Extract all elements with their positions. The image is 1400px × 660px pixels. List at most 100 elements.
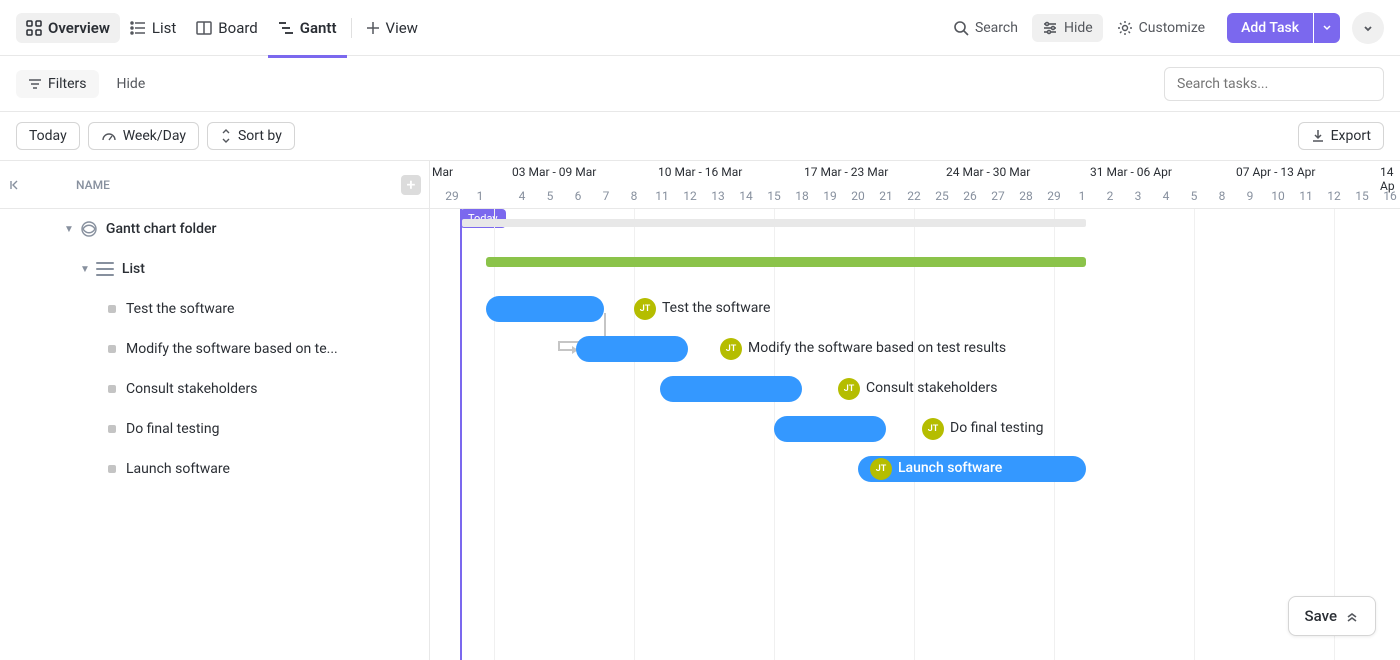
task-bar[interactable] <box>774 416 886 442</box>
sort-icon <box>220 129 232 143</box>
task-bar-label: Consult stakeholders <box>866 380 997 396</box>
day-cell: 20 <box>844 189 872 203</box>
name-header: NAME <box>76 178 110 192</box>
tab-gantt[interactable]: Gantt <box>268 13 347 43</box>
tab-list[interactable]: List <box>120 13 186 43</box>
chevron-down-icon <box>1322 22 1332 32</box>
day-row: 2914567811121314151819202122252627282912… <box>430 185 1400 209</box>
tab-board[interactable]: Board <box>186 13 267 43</box>
day-cell: 19 <box>816 189 844 203</box>
filter-icon <box>28 77 42 91</box>
day-cell: 28 <box>1012 189 1040 203</box>
add-column-button[interactable]: + <box>401 175 421 195</box>
assignee-avatar[interactable]: JT <box>634 298 656 320</box>
tab-overview[interactable]: Overview <box>16 13 120 43</box>
tab-label: Board <box>218 19 257 37</box>
assignee-avatar[interactable]: JT <box>838 378 860 400</box>
day-cell: 8 <box>1208 189 1236 203</box>
label: Filters <box>48 76 87 92</box>
plus-icon <box>366 21 380 35</box>
assignee-avatar[interactable]: JT <box>720 338 742 360</box>
list-label: List <box>122 261 145 277</box>
board-icon <box>196 20 212 36</box>
day-cell: 21 <box>872 189 900 203</box>
task-label: Do final testing <box>126 421 219 437</box>
task-bar[interactable] <box>576 336 688 362</box>
day-cell: 6 <box>564 189 592 203</box>
search-input[interactable] <box>1164 67 1384 101</box>
filters-button[interactable]: Filters <box>16 70 99 98</box>
week-cell: 31 Mar - 06 Apr <box>1090 165 1172 179</box>
add-task-dropdown[interactable] <box>1314 13 1340 43</box>
chevron-double-up-icon <box>1345 609 1359 623</box>
sidebar-header: NAME + <box>0 161 429 209</box>
gantt-body[interactable]: Today JTTest the softwareJTModify the so… <box>430 209 1400 660</box>
tab-add-view[interactable]: View <box>356 13 428 43</box>
day-cell: 11 <box>1292 189 1320 203</box>
label: Search <box>975 20 1018 36</box>
day-cell: 12 <box>1320 189 1348 203</box>
sidebar: NAME + ▼ Gantt chart folder ▼ List Test … <box>0 160 430 660</box>
controls-bar: Today Week/Day Sort by Export <box>0 112 1400 160</box>
gantt-header: Mar 03 Mar - 09 Mar10 Mar - 16 Mar17 Mar… <box>430 161 1400 209</box>
day-cell: 18 <box>788 189 816 203</box>
task-bar[interactable] <box>660 376 802 402</box>
save-button[interactable]: Save <box>1288 596 1376 636</box>
customize-button[interactable]: Customize <box>1107 14 1215 42</box>
day-cell: 29 <box>438 189 466 203</box>
tab-label: Gantt <box>300 19 337 37</box>
week-day-button[interactable]: Week/Day <box>88 122 199 150</box>
chevron-down-icon <box>1362 22 1374 34</box>
task-bar-label: Modify the software based on test result… <box>748 340 1006 356</box>
hide-link[interactable]: Hide <box>107 70 156 98</box>
search-button[interactable]: Search <box>943 14 1028 42</box>
topbar: Overview List Board Gantt View Search Hi… <box>0 0 1400 56</box>
label: Save <box>1305 607 1337 625</box>
task-bar-label: Do final testing <box>950 420 1043 436</box>
day-cell: 8 <box>620 189 648 203</box>
day-cell: 10 <box>1264 189 1292 203</box>
day-cell: 29 <box>1040 189 1068 203</box>
tree-list[interactable]: ▼ List <box>0 249 429 289</box>
export-button[interactable]: Export <box>1298 122 1384 150</box>
task-label: Consult stakeholders <box>126 381 257 397</box>
today-button[interactable]: Today <box>16 122 80 150</box>
assignee-avatar[interactable]: JT <box>870 458 892 480</box>
tree-task[interactable]: Do final testing <box>0 409 429 449</box>
week-row: Mar 03 Mar - 09 Mar10 Mar - 16 Mar17 Mar… <box>430 161 1400 185</box>
tree-task[interactable]: Launch software <box>0 449 429 489</box>
week-cell: 10 Mar - 16 Mar <box>658 165 742 179</box>
tree-task[interactable]: Modify the software based on te... <box>0 329 429 369</box>
tree-folder[interactable]: ▼ Gantt chart folder <box>0 209 429 249</box>
day-cell: 27 <box>984 189 1012 203</box>
group-bar[interactable] <box>486 257 1086 267</box>
tab-label: View <box>386 19 418 37</box>
assignee-avatar[interactable]: JT <box>922 418 944 440</box>
gantt-icon <box>278 20 294 36</box>
today-marker <box>460 209 462 660</box>
task-label: Launch software <box>126 461 230 477</box>
gantt-area: Mar 03 Mar - 09 Mar10 Mar - 16 Mar17 Mar… <box>430 160 1400 660</box>
topbar-right: Search Hide Customize Add Task <box>943 12 1384 44</box>
hide-button[interactable]: Hide <box>1032 14 1103 42</box>
day-cell: 5 <box>1180 189 1208 203</box>
folder-label: Gantt chart folder <box>106 221 217 237</box>
week-cell: 17 Mar - 23 Mar <box>804 165 888 179</box>
label: Customize <box>1139 20 1205 36</box>
day-cell: 12 <box>676 189 704 203</box>
collapse-icon[interactable] <box>8 178 22 192</box>
tree-task[interactable]: Test the software <box>0 289 429 329</box>
week-cell: Mar <box>432 165 453 179</box>
add-task-button[interactable]: Add Task <box>1227 13 1313 43</box>
task-label: Modify the software based on te... <box>126 341 338 357</box>
day-cell: 1 <box>466 189 494 203</box>
task-bar[interactable] <box>486 296 604 322</box>
more-button[interactable] <box>1352 12 1384 44</box>
tree-task[interactable]: Consult stakeholders <box>0 369 429 409</box>
download-icon <box>1311 129 1325 143</box>
sort-by-button[interactable]: Sort by <box>207 122 295 150</box>
day-cell: 4 <box>508 189 536 203</box>
list-icon <box>96 262 114 276</box>
task-label: Test the software <box>126 301 234 317</box>
tab-label: Overview <box>48 19 110 37</box>
